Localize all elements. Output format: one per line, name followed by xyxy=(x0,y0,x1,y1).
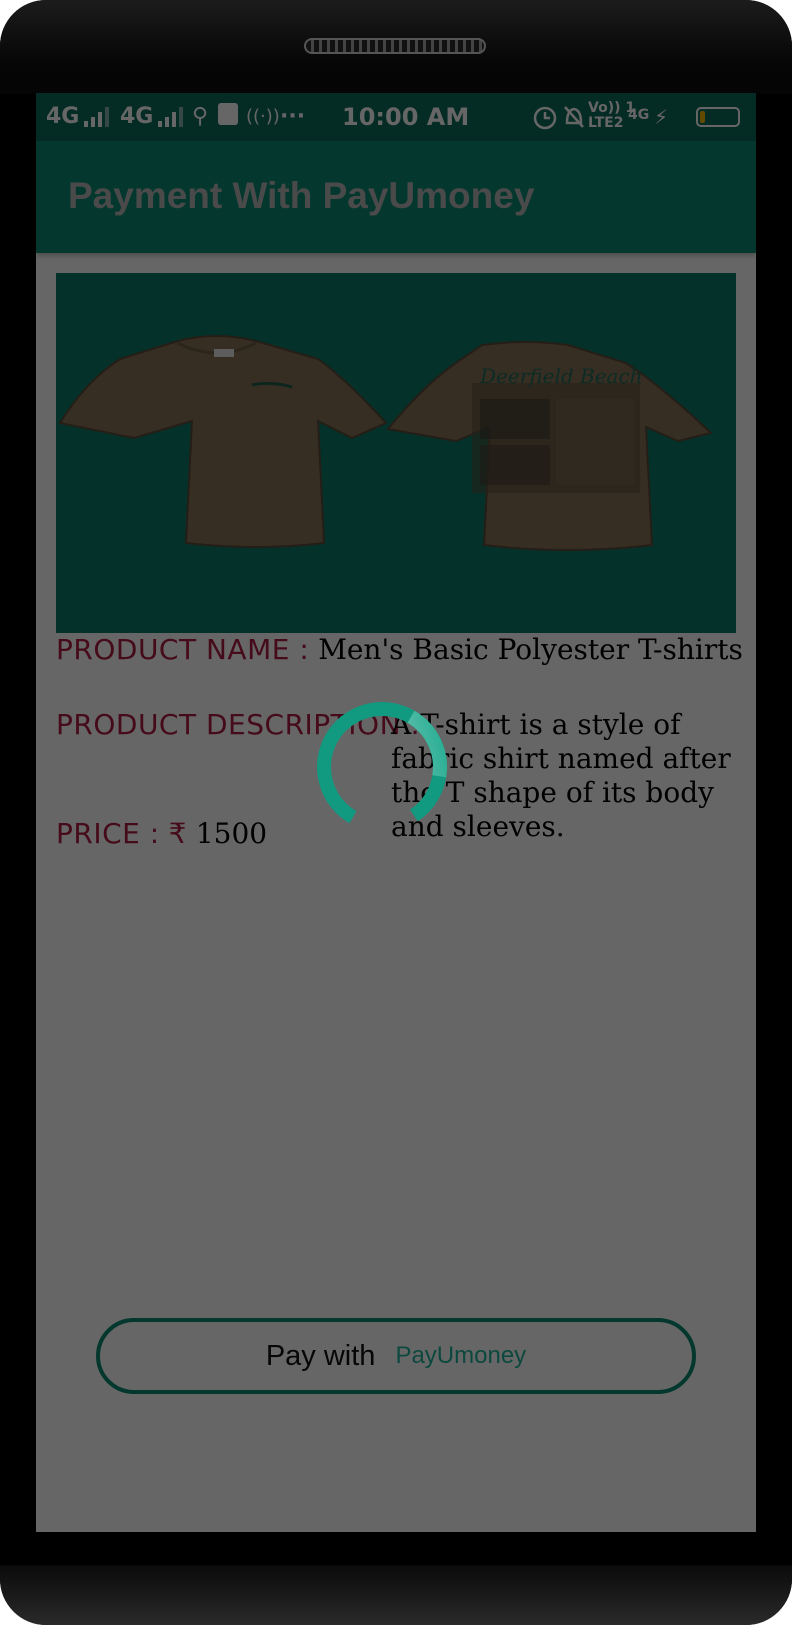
navigation-bar xyxy=(36,1393,756,1532)
clock: 10:00 AM xyxy=(342,103,470,131)
usb-icon: ⚲ xyxy=(192,104,209,129)
charging-icon: ⚡ xyxy=(654,105,669,129)
product-name-label: PRODUCT NAME : xyxy=(56,633,310,666)
shirt-print-text: Deerfield Beach xyxy=(479,364,643,388)
network-label-sim1: 4G xyxy=(46,104,80,129)
hotspot-icon: ((·)) xyxy=(246,106,280,127)
mute-bell-icon xyxy=(564,106,584,128)
phone-frame: 4G 4G ⚲ ((·)) ··· 10:00 AM Vo)) 1 LTE2 4… xyxy=(0,0,792,1625)
product-image: Deerfield Beach xyxy=(56,273,736,633)
price-value: 1500 xyxy=(195,817,268,850)
screen: 4G 4G ⚲ ((·)) ··· 10:00 AM Vo)) 1 LTE2 4… xyxy=(36,93,756,1532)
alarm-icon xyxy=(533,106,557,130)
signal-icon xyxy=(84,107,109,127)
battery-icon xyxy=(696,107,740,127)
payumoney-logo: PayUmoney xyxy=(395,1342,527,1369)
bottom-bezel xyxy=(0,1565,792,1625)
debug-icon xyxy=(218,103,238,125)
pay-with-payumoney-button[interactable]: Pay with PayUmoney xyxy=(96,1318,696,1394)
product-name-row: PRODUCT NAME : Men's Basic Polyester T-s… xyxy=(56,633,743,667)
battery-level xyxy=(700,111,705,123)
network-label-sim2: 4G xyxy=(120,104,154,129)
tshirt-illustration: Deerfield Beach xyxy=(58,335,714,551)
loading-spinner xyxy=(317,702,447,832)
app-bar: Payment With PayUmoney xyxy=(36,141,756,253)
top-bezel xyxy=(0,0,792,94)
status-bar: 4G 4G ⚲ ((·)) ··· 10:00 AM Vo)) 1 LTE2 4… xyxy=(36,93,756,141)
signal-icon xyxy=(158,107,183,127)
home-icon[interactable] xyxy=(358,1431,408,1467)
network-label-data: 4G xyxy=(628,107,650,123)
back-icon[interactable] xyxy=(574,1431,614,1465)
price-row: PRICE : ₹ 1500 xyxy=(56,817,267,851)
price-label: PRICE : xyxy=(56,817,160,850)
menu-icon[interactable] xyxy=(152,1431,190,1461)
pay-button-prefix: Pay with xyxy=(265,1339,376,1372)
product-name-value: Men's Basic Polyester T-shirts xyxy=(318,633,743,666)
speaker-grill xyxy=(304,38,486,54)
more-notifications-icon: ··· xyxy=(280,104,306,129)
page-title: Payment With PayUmoney xyxy=(68,175,535,216)
currency-symbol: ₹ xyxy=(168,817,187,850)
